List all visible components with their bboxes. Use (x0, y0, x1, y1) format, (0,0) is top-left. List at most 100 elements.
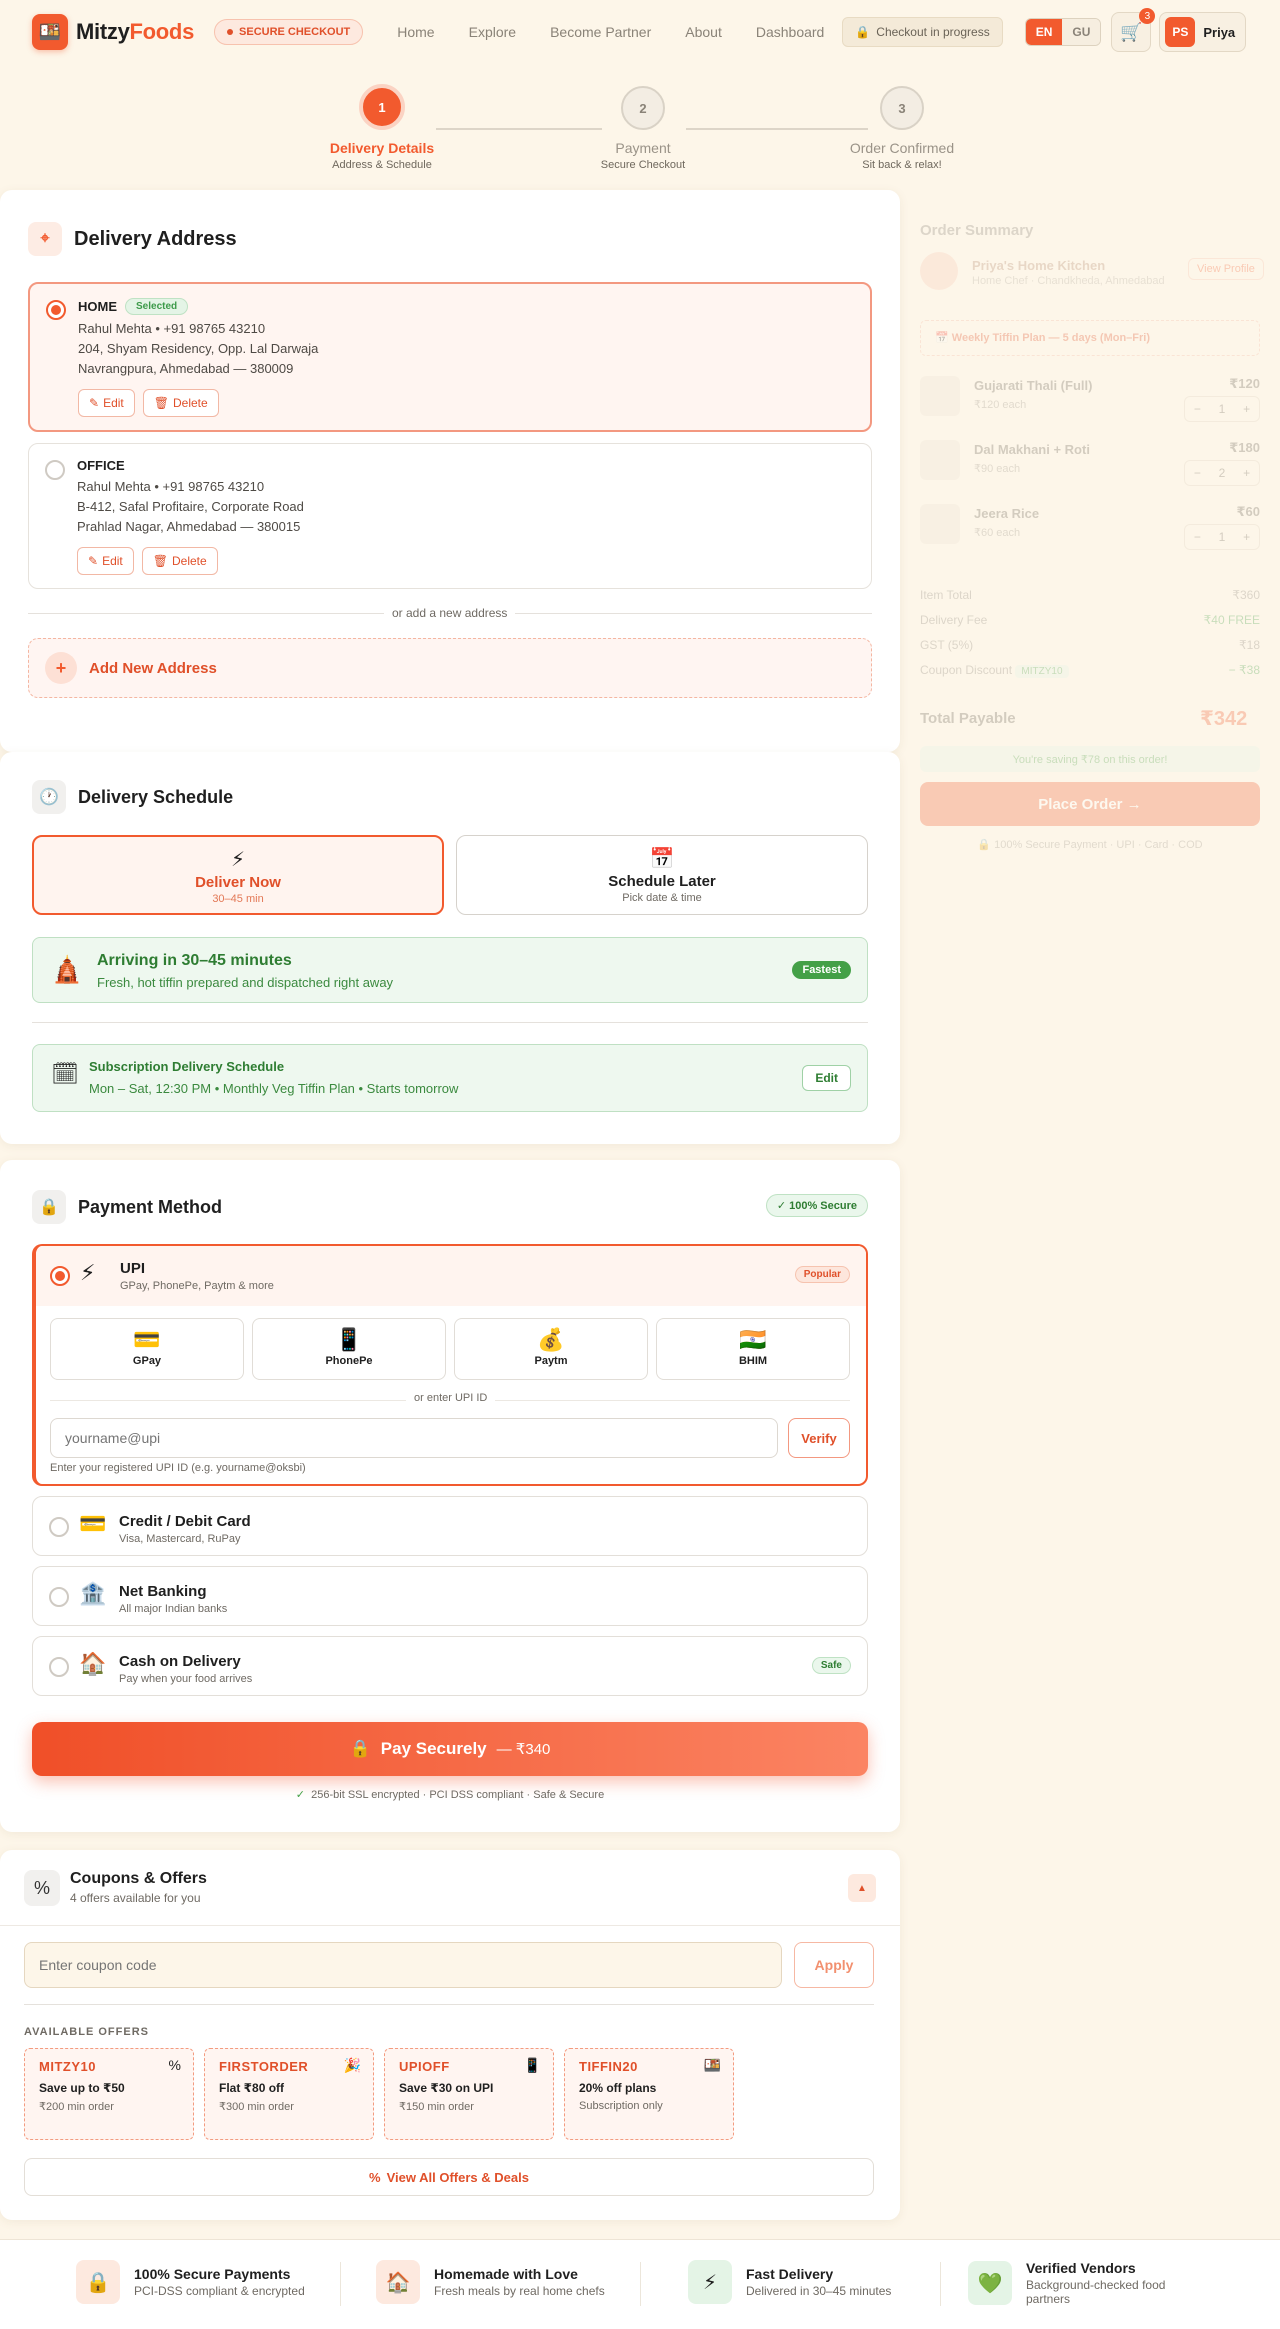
payment-option-card[interactable]: 💳 Credit / Debit Card Visa, Mastercard, … (32, 1496, 868, 1556)
edit-address-button[interactable]: ✎ Edit (78, 389, 135, 417)
divider (32, 1022, 868, 1023)
quantity-stepper[interactable]: − 1 + (1184, 524, 1260, 550)
minus-icon[interactable]: − (1194, 466, 1201, 480)
logo-icon[interactable]: 🍱 (32, 14, 68, 50)
cod-title: Cash on Delivery (119, 1653, 241, 1670)
upi-app-paytm[interactable]: 💰 Paytm (454, 1318, 648, 1380)
edit-address-button[interactable]: ✎ Edit (77, 547, 134, 575)
delete-address-button[interactable]: 🗑 Delete (142, 389, 219, 417)
apply-coupon-button[interactable]: Apply (794, 1942, 874, 1988)
plus-icon[interactable]: + (1243, 402, 1250, 416)
divider (340, 2262, 341, 2306)
lang-gu-button[interactable]: GU (1062, 19, 1101, 45)
add-new-address-button[interactable]: + Add New Address (28, 638, 872, 698)
brand-name[interactable]: MitzyFoods (76, 19, 194, 45)
home-radio[interactable] (46, 300, 66, 320)
card-radio[interactable] (49, 1517, 69, 1537)
row-label: Delivery Fee (920, 613, 988, 627)
summary-row: Delivery Fee ₹40 FREE (920, 613, 1260, 638)
coupons-header[interactable]: % Coupons & Offers 4 offers available fo… (0, 1850, 900, 1926)
upi-radio[interactable] (50, 1266, 70, 1286)
coupons-title: Coupons & Offers (70, 1870, 207, 1887)
cart-button[interactable]: 🛒 3 (1111, 8, 1156, 52)
payment-option-cod[interactable]: 🏠 Cash on Delivery Pay when your food ar… (32, 1636, 868, 1696)
minus-icon[interactable]: − (1194, 402, 1201, 416)
quantity-stepper[interactable]: − 2 + (1184, 460, 1260, 486)
offer-code: MITZY10 (39, 2059, 96, 2074)
section-title: Delivery Schedule (78, 786, 234, 807)
fastest-badge: Fastest (792, 961, 851, 979)
place-order-button[interactable]: Place Order → (920, 782, 1260, 826)
item-price: ₹60 (1236, 504, 1260, 519)
cod-radio[interactable] (49, 1657, 69, 1677)
address-option-home[interactable]: HOME Selected Rahul Mehta • +91 98765 432… (28, 282, 872, 432)
schedule-later-option[interactable]: 📅 Schedule Later Pick date & time (456, 835, 868, 915)
address-option-office[interactable]: OFFICE Rahul Mehta • +91 98765 43210 B-4… (28, 443, 872, 589)
edit-subscription-button[interactable]: Edit (802, 1065, 851, 1091)
upi-app-bhim[interactable]: 🇮🇳 BHIM (656, 1318, 850, 1380)
minus-icon[interactable]: − (1194, 530, 1201, 544)
upi-id-input[interactable] (50, 1418, 778, 1458)
offer-card[interactable]: TIFFIN20 🍱 20% off plans Subscription on… (564, 2048, 734, 2140)
row-label: GST (5%) (920, 638, 974, 652)
delete-address-button[interactable]: 🗑 Delete (141, 547, 218, 575)
india-flag-icon: 🇮🇳 (739, 1327, 767, 1352)
upi-app-phonepe[interactable]: 📱 PhonePe (252, 1318, 446, 1380)
order-summary-panel: Order Summary Priya's Home Kitchen Home … (902, 190, 1280, 2230)
office-radio[interactable] (45, 460, 65, 480)
upi-app-gpay[interactable]: 💳 GPay (50, 1318, 244, 1380)
nav-dashboard[interactable]: Dashboard (756, 24, 825, 40)
nav-about[interactable]: About (685, 24, 722, 40)
language-toggle: EN GU (1024, 18, 1102, 46)
lang-en-button[interactable]: EN (1025, 19, 1063, 45)
offer-minimum: ₹300 min order (219, 2101, 294, 2113)
coupon-code-input[interactable] (24, 1942, 782, 1988)
feature-homemade: 🏠 Homemade with Love Fresh meals by real … (376, 2260, 605, 2304)
quantity-stepper[interactable]: − 1 + (1184, 396, 1260, 422)
payment-option-netbanking[interactable]: 🏦 Net Banking All major Indian banks (32, 1566, 868, 1626)
upi-app-label: GPay (132, 1355, 162, 1367)
plus-icon[interactable]: + (1243, 530, 1250, 544)
step-title: Order Confirmed (849, 140, 955, 156)
offer-minimum: Subscription only (579, 2100, 663, 2112)
summary-row: Item Total ₹360 (920, 588, 1260, 613)
feature-verified-vendors: 💚 Verified Vendors Background-checked foo… (968, 2260, 1186, 2306)
pay-securely-button[interactable]: 🔒 Pay Securely — ₹340 (32, 1722, 868, 1776)
coupon-code-tag: MITZY10 (1015, 665, 1069, 678)
verify-upi-button[interactable]: Verify (788, 1418, 850, 1458)
plus-icon[interactable]: + (1243, 466, 1250, 480)
feature-fast-delivery: ⚡ Fast Delivery Delivered in 30–45 minute… (688, 2260, 891, 2304)
row-value: − ₹38 (1228, 663, 1260, 677)
nav-explore[interactable]: Explore (469, 24, 516, 40)
feature-subtitle: Fresh meals by real home chefs (434, 2284, 605, 2298)
offer-code: UPIOFF (399, 2059, 450, 2074)
address-line2: Navrangpura, Ahmedabad — 380009 (78, 361, 294, 376)
offer-card[interactable]: UPIOFF 📱 Save ₹30 on UPI ₹150 min order (384, 2048, 554, 2140)
edit-icon: ✎ (89, 396, 100, 410)
payment-method-card: 🔒 Payment Method ✓ 100% Secure ⚡ UPI GPa… (0, 1160, 900, 1832)
netbanking-radio[interactable] (49, 1587, 69, 1607)
view-profile-button[interactable]: View Profile (1188, 258, 1264, 280)
divider (640, 2262, 641, 2306)
view-all-offers-button[interactable]: % View All Offers & Deals (24, 2158, 874, 2196)
edit-label: Edit (102, 554, 123, 568)
offer-card[interactable]: FIRSTORDER 🎉 Flat ₹80 off ₹300 min order (204, 2048, 374, 2140)
offer-card[interactable]: MITZY10 % Save up to ₹50 ₹200 min order (24, 2048, 194, 2140)
calendar-icon: 📅 (649, 848, 675, 870)
secure-payment-text: 100% Secure Payment · UPI · Card · COD (994, 839, 1203, 851)
deliver-now-option[interactable]: ⚡ Deliver Now 30–45 min (32, 835, 444, 915)
lock-icon: 🔒 (855, 25, 871, 39)
location-pin-icon: ⌖ (28, 222, 62, 256)
section-title: Delivery Address (74, 227, 237, 250)
view-all-label: View All Offers & Deals (386, 2169, 529, 2185)
top-header: 🍱 MitzyFoods SECURE CHECKOUT Home Explor… (0, 0, 1280, 64)
credit-card-icon: 💳 (79, 1511, 107, 1536)
nav-home[interactable]: Home (397, 24, 434, 40)
offer-minimum: ₹150 min order (399, 2101, 474, 2113)
feature-title: 100% Secure Payments (134, 2266, 291, 2282)
user-menu-button[interactable]: PS Priya (1159, 12, 1247, 52)
step-title: Delivery Details (329, 140, 435, 156)
nav-become-partner[interactable]: Become Partner (550, 24, 651, 40)
collapse-icon[interactable]: ▲ (848, 1874, 876, 1902)
payment-option-upi[interactable]: ⚡ UPI GPay, PhonePe, Paytm & more Popula… (32, 1244, 868, 1486)
